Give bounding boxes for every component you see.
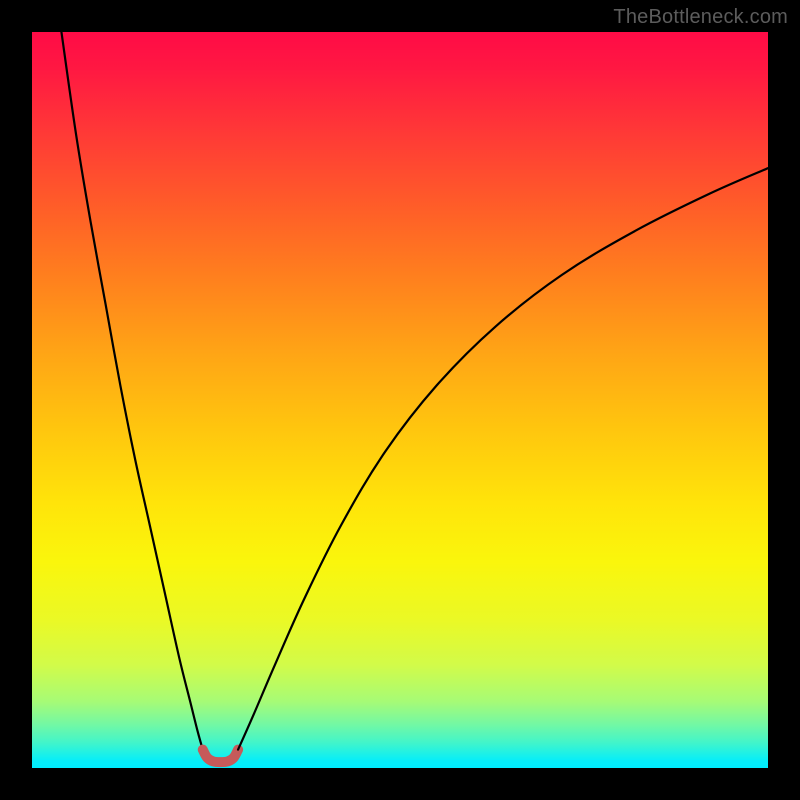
series-left_branch <box>61 32 202 750</box>
bottleneck-curve <box>32 32 768 768</box>
series-right_branch <box>238 168 768 749</box>
chart-frame: TheBottleneck.com <box>0 0 800 800</box>
plot-area <box>32 32 768 768</box>
series-trough <box>203 750 238 763</box>
watermark-text: TheBottleneck.com <box>613 6 788 29</box>
